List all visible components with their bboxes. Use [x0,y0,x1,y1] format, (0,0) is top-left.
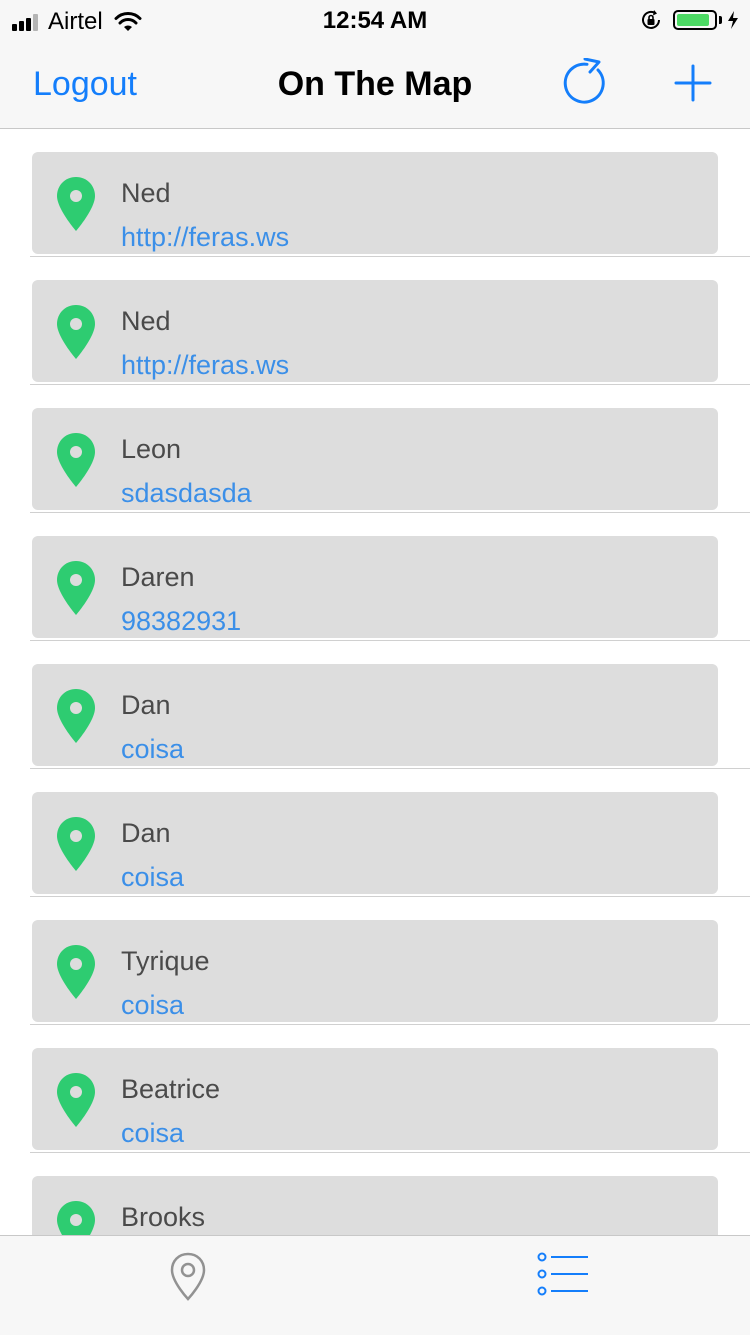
status-right [639,8,740,32]
battery-icon [673,10,717,30]
table-row[interactable]: Dan coisa [0,769,750,897]
navigation-bar: Logout On The Map [0,40,750,129]
location-link[interactable]: coisa [121,734,184,765]
location-pin-icon [57,177,95,231]
list-icon[interactable] [536,1252,590,1296]
table-row[interactable]: Leon sdasdasda [0,385,750,513]
location-card[interactable]: Dan coisa [32,664,718,766]
location-name: Brooks [121,1202,206,1232]
table-row[interactable]: Dan coisa [0,641,750,769]
locations-list[interactable]: Ned http://feras.ws Ned http://feras.ws Leon… [0,129,750,1235]
table-row[interactable]: Tyrique coisa [0,897,750,1025]
status-time: 12:54 AM [322,7,428,34]
table-row[interactable]: Brookscoisa [0,1153,750,1235]
table-row[interactable]: Daren 98382931 [0,513,750,641]
orientation-lock-icon [642,10,660,29]
location-link[interactable]: sdasdasda [121,478,252,509]
map-pin-icon[interactable] [168,1251,208,1303]
location-card[interactable]: Dan coisa [32,792,718,894]
location-pin-icon [57,945,95,999]
location-card[interactable]: Leon sdasdasda [32,408,718,510]
location-card[interactable]: Brookscoisa [32,1176,718,1235]
location-name: Tyrique [121,946,210,976]
tab-bar [0,1235,750,1335]
location-link[interactable]: http://feras.ws [121,222,289,253]
location-card[interactable]: Ned http://feras.ws [32,280,718,382]
location-pin-icon [57,1073,95,1127]
status-bar: Airtel 12:54 AM [0,0,750,40]
table-row[interactable]: Ned http://feras.ws [0,129,750,257]
location-name: Dan [121,818,171,848]
table-row[interactable]: Ned http://feras.ws [0,257,750,385]
location-name: Daren [121,562,195,592]
location-link[interactable]: coisa [121,1118,184,1149]
location-link[interactable]: http://feras.ws [121,350,289,381]
location-name: Dan [121,690,171,720]
location-link[interactable]: coisa [121,862,184,893]
location-pin-icon [57,433,95,487]
battery-cap [719,16,722,24]
location-card[interactable]: Ned http://feras.ws [32,152,718,254]
location-pin-icon [57,817,95,871]
charging-bolt-icon [728,11,738,29]
location-pin-icon [57,561,95,615]
location-pin-icon [57,689,95,743]
location-link[interactable]: coisa [121,990,184,1021]
location-name: Ned [121,178,171,208]
location-name: Beatrice [121,1074,221,1104]
table-row[interactable]: Beatrice coisa [0,1025,750,1153]
location-card[interactable]: Tyrique coisa [32,920,718,1022]
location-card[interactable]: Beatrice coisa [32,1048,718,1150]
location-name: Leon [121,434,182,464]
page-title: On The Map [277,65,473,103]
location-link[interactable]: 98382931 [121,606,241,637]
location-pin-icon [57,1201,95,1235]
location-pin-icon [57,305,95,359]
location-name: Ned [121,306,171,336]
battery-level [677,14,710,26]
refresh-icon[interactable] [558,58,608,108]
location-card[interactable]: Daren 98382931 [32,536,718,638]
plus-icon[interactable] [673,63,713,103]
